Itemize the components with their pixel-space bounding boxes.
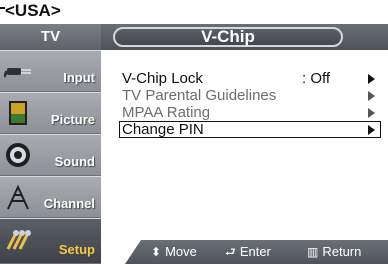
sidebar-item-label: Setup (58, 242, 95, 257)
menu-item-vchip-lock[interactable]: V-Chip Lock : Off (119, 70, 381, 87)
menu-title: V-Chip (113, 27, 343, 47)
enter-hint-label: Enter (239, 244, 271, 259)
return-hint: ▥ Return (307, 244, 361, 260)
menu-item-mpaa-rating[interactable]: MPAA Rating (119, 104, 381, 121)
menu-item-label: TV Parental Guidelines (122, 87, 277, 104)
sidebar-item-input[interactable]: Input (0, 50, 101, 92)
enter-hint: ⮐ Enter (225, 244, 271, 260)
sidebar-item-label: Channel (43, 196, 95, 211)
footer-hints: ⬍ Move ⮐ Enter ▥ Return (101, 240, 388, 264)
sidebar-item-channel[interactable]: Channel (0, 176, 101, 218)
picture-icon (9, 101, 27, 125)
move-hint-label: Move (165, 244, 197, 259)
menu-item-label: Change PIN (122, 121, 204, 138)
arrow-right-icon (368, 74, 375, 84)
menu-item-value: : Off (302, 70, 331, 87)
setup-icon (6, 230, 31, 250)
menu-item-tv-parental-guidelines[interactable]: TV Parental Guidelines (119, 87, 381, 104)
enter-icon: ⮐ (225, 245, 236, 259)
tv-menu-frame: TV Input Picture Sound Channel Setup V-C… (0, 24, 388, 264)
speaker-icon (6, 143, 30, 167)
return-icon: ▥ (307, 245, 319, 259)
sidebar-header: TV (0, 24, 101, 50)
sidebar-item-sound[interactable]: Sound (0, 134, 101, 176)
sidebar: TV Input Picture Sound Channel Setup (0, 24, 101, 264)
sidebar-item-picture[interactable]: Picture (0, 92, 101, 134)
up-down-arrow-icon: ⬍ (151, 245, 162, 259)
arrow-right-icon (368, 91, 375, 101)
sidebar-item-label: Sound (54, 154, 95, 169)
sidebar-item-label: Picture (50, 112, 95, 127)
menu-item-label: V-Chip Lock (122, 70, 203, 87)
antenna-icon (7, 184, 29, 210)
return-hint-label: Return (322, 244, 362, 259)
menu-panel: V-Chip Lock : Off TV Parental Guidelines… (101, 50, 388, 240)
arrow-right-icon (368, 125, 375, 135)
menu-item-label: MPAA Rating (122, 104, 211, 121)
sidebar-item-label: Input (63, 70, 95, 85)
region-label: <USA> (5, 1, 61, 20)
footer-tab (101, 240, 141, 264)
menu-header: V-Chip (101, 24, 388, 50)
arrow-right-icon (368, 108, 375, 118)
sidebar-item-setup[interactable]: Setup (0, 218, 101, 264)
move-hint: ⬍ Move (151, 244, 197, 260)
menu-item-change-pin[interactable]: Change PIN (119, 121, 381, 138)
plug-icon (4, 68, 31, 78)
